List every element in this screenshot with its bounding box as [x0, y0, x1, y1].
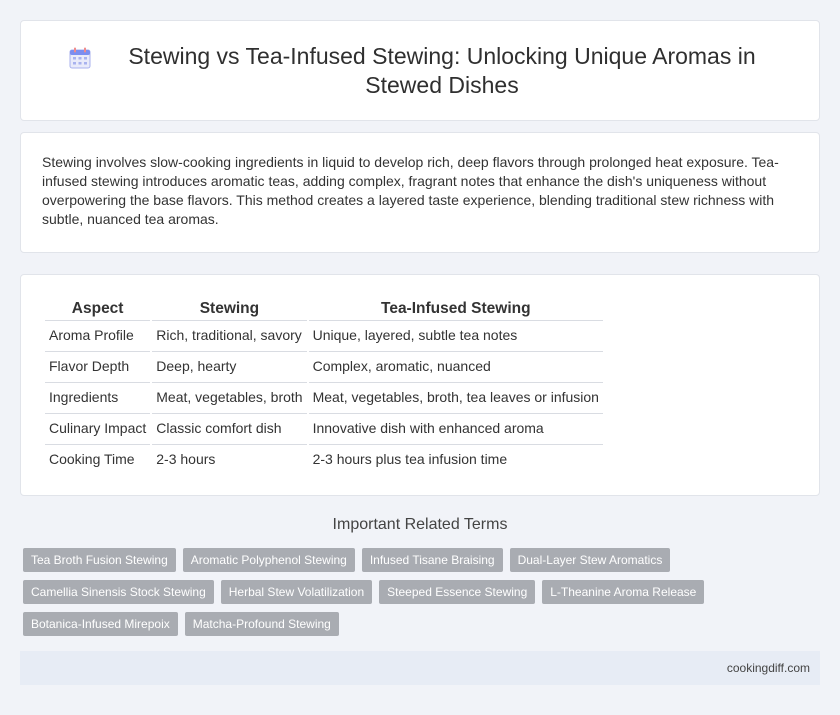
related-terms-title: Important Related Terms: [332, 516, 508, 533]
table-cell: Classic comfort dish: [152, 413, 307, 442]
column-header: Stewing: [199, 300, 260, 317]
related-term-tag[interactable]: Camellia Sinensis Stock Stewing: [23, 580, 214, 604]
table-header-row: Aspect Stewing Tea-Infused Stewing: [45, 299, 603, 318]
related-term-tag[interactable]: Herbal Stew Volatilization: [220, 580, 373, 604]
table-cell: Aroma Profile: [45, 320, 151, 349]
related-term-tag[interactable]: Dual-Layer Stew Aromatics: [509, 548, 671, 572]
related-term-tag[interactable]: Matcha-Profound Stewing: [184, 612, 339, 636]
table-cell: Ingredients: [45, 382, 151, 411]
table-cell: Culinary Impact: [45, 413, 151, 442]
table-cell: Cooking Time: [45, 444, 151, 473]
comparison-card: Aspect Stewing Tea-Infused Stewing Aroma…: [20, 274, 820, 496]
table-row: Culinary Impact Classic comfort dish Inn…: [45, 413, 603, 442]
related-term-tag[interactable]: Steeped Essence Stewing: [379, 580, 536, 604]
table-cell: Meat, vegetables, broth: [152, 382, 307, 411]
related-terms-list: Tea Broth Fusion Stewing Aromatic Polyph…: [23, 548, 723, 644]
table-cell: Innovative dish with enhanced aroma: [308, 413, 603, 442]
footer-site-link[interactable]: cookingdiff.com: [727, 661, 810, 675]
related-term-tag[interactable]: L-Theanine Aroma Release: [542, 580, 705, 604]
related-term-tag[interactable]: Botanica-Infused Mirepoix: [23, 612, 178, 636]
table-cell: Flavor Depth: [45, 351, 151, 380]
table-cell: Rich, traditional, savory: [152, 320, 307, 349]
table-cell: 2-3 hours: [152, 444, 307, 473]
comparison-table: Aspect Stewing Tea-Infused Stewing Aroma…: [43, 297, 605, 475]
related-term-tag[interactable]: Aromatic Polyphenol Stewing: [182, 548, 355, 572]
calendar-icon: [69, 47, 91, 68]
table-row: Flavor Depth Deep, hearty Complex, aroma…: [45, 351, 603, 380]
table-cell: Complex, aromatic, nuanced: [308, 351, 603, 380]
table-cell: 2-3 hours plus tea infusion time: [308, 444, 603, 473]
page-title: Stewing vs Tea-Infused Stewing: Unlockin…: [128, 42, 756, 98]
related-term-tag[interactable]: Tea Broth Fusion Stewing: [23, 548, 176, 572]
intro-paragraph: Stewing involves slow-cooking ingredient…: [42, 154, 779, 227]
table-row: Cooking Time 2-3 hours 2-3 hours plus te…: [45, 444, 603, 473]
header-card: Stewing vs Tea-Infused Stewing: Unlockin…: [20, 20, 820, 121]
footer: cookingdiff.com: [20, 651, 820, 685]
table-cell: Unique, layered, subtle tea notes: [308, 320, 603, 349]
table-cell: Meat, vegetables, broth, tea leaves or i…: [308, 382, 603, 411]
related-term-tag[interactable]: Infused Tisane Braising: [361, 548, 503, 572]
column-header: Aspect: [71, 300, 124, 317]
table-row: Ingredients Meat, vegetables, broth Meat…: [45, 382, 603, 411]
table-row: Aroma Profile Rich, traditional, savory …: [45, 320, 603, 349]
intro-card: Stewing involves slow-cooking ingredient…: [20, 132, 820, 253]
table-cell: Deep, hearty: [152, 351, 307, 380]
column-header: Tea-Infused Stewing: [381, 300, 531, 317]
